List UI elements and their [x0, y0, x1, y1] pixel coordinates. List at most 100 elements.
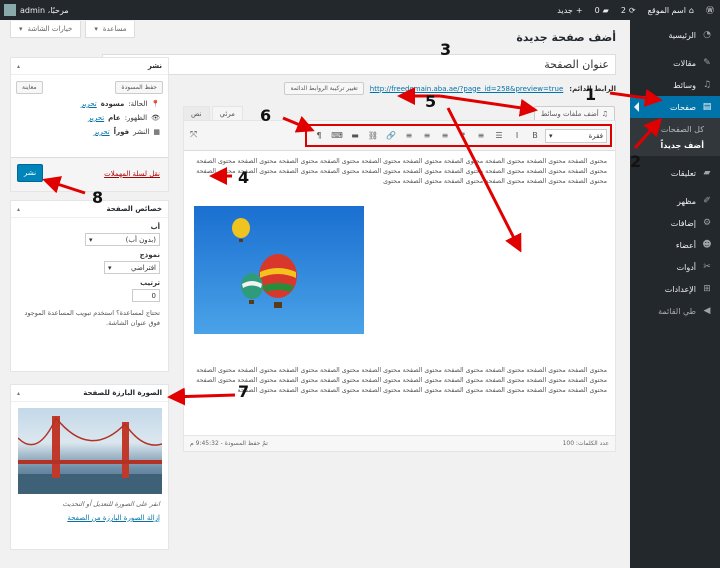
permalink-url[interactable]: http://freedomain.aba.ae/?page_id=258&pr… — [370, 85, 563, 93]
account-menu[interactable]: مرحبًا، admin — [4, 0, 69, 20]
bridge-graphic — [17, 416, 162, 494]
edit-schedule-link[interactable]: تحرير — [94, 128, 110, 136]
sidebar-item-comments[interactable]: ▰ تعليقات — [630, 162, 720, 184]
sidebar-item-collapse[interactable]: ◀ طي القائمة — [630, 300, 720, 322]
admin-sidebar: ◔ الرئيسية ✎ مقالات ♫ وسائط ▤ صفحات كل الصفحات أض… — [630, 20, 720, 568]
sidebar-item-label: الإعدادات — [664, 284, 696, 294]
numbered-list-icon[interactable]: ≡ — [473, 129, 489, 143]
help-tab[interactable]: مساعدة ▾ — [85, 21, 136, 38]
sidebar-item-label: تعليقات — [670, 168, 696, 178]
comments-link[interactable]: ▰ 0 — [589, 0, 615, 20]
site-name-link[interactable]: ⌂ اسم الموقع — [642, 0, 700, 20]
collapse-icon: ◀ — [703, 306, 711, 316]
sidebar-item-settings[interactable]: ⊞ الإعدادات — [630, 278, 720, 300]
paragraph-mark-icon[interactable]: ¶ — [311, 129, 327, 143]
balloons-graphic — [232, 218, 297, 308]
toolbar-buttons: فقرة ▾ B I ☰ ≡ ❝ ≡ ≡ ≡ 🔗 ⛓ ▬ ⌨ ¶ — [305, 124, 612, 147]
preview-button[interactable]: معاينة — [16, 81, 43, 94]
italic-icon[interactable]: I — [509, 129, 525, 143]
chevron-down-icon: ▾ — [19, 25, 23, 33]
new-content-link[interactable]: + جديد — [551, 0, 588, 20]
plus-icon: + — [575, 5, 583, 15]
sidebar-item-appearance[interactable]: ✐ مظهر — [630, 190, 720, 212]
submenu-all-pages[interactable]: كل الصفحات — [630, 121, 720, 137]
balloons-image[interactable] — [194, 206, 364, 334]
sidebar-item-pages[interactable]: ▤ صفحات — [630, 96, 720, 118]
page-attributes-box: خصائص الصفحة ▴ أب (بدون أب) ▾ نموذج افتراض… — [10, 200, 169, 372]
change-permalinks-button[interactable]: تغيير تركيبة الروابط الدائمة — [284, 82, 364, 95]
annotation-number: 1 — [585, 85, 597, 104]
attributes-box-header[interactable]: خصائص الصفحة ▴ — [11, 201, 168, 218]
sidebar-item-label: أدوات — [676, 262, 696, 272]
annotation-number: 3 — [440, 40, 452, 59]
submenu-add-new[interactable]: أضف جديداً — [630, 137, 720, 153]
remove-featured-link[interactable]: إزالة الصورة البارزة من الصفحة — [11, 510, 168, 526]
edit-status-link[interactable]: تحرير — [81, 100, 97, 108]
sidebar-item-label: الرئيسية — [668, 30, 696, 40]
calendar-icon: ▦ — [153, 128, 160, 136]
featured-image[interactable] — [17, 408, 162, 494]
read-more-icon[interactable]: ▬ — [347, 129, 363, 143]
dashboard-icon: ◔ — [703, 30, 711, 40]
align-right-icon[interactable]: ≡ — [401, 129, 417, 143]
featured-box-header[interactable]: الصورة البارزة للصفحة ▴ — [11, 385, 168, 402]
template-label: نموذج — [139, 251, 160, 259]
comment-icon: ▰ — [602, 5, 609, 15]
pages-submenu: كل الصفحات أضف جديداً — [630, 118, 720, 156]
appearance-icon: ✐ — [703, 196, 711, 206]
order-label: ترتيب — [140, 279, 160, 287]
unlink-icon[interactable]: ⛓ — [365, 129, 381, 143]
order-input[interactable]: 0 — [132, 289, 160, 302]
updates-link[interactable]: ⟳ 2 — [615, 0, 642, 20]
sidebar-item-pin[interactable]: ✎ مقالات — [630, 52, 720, 74]
annotation-number: 7 — [238, 382, 250, 401]
editor-status-bar: عدد الكلمات: 100 تمّ حفظ المسودة - 9:45:… — [184, 435, 615, 451]
parent-select[interactable]: (بدون أب) ▾ — [85, 233, 160, 246]
sidebar-item-users[interactable]: ☻ أعضاء — [630, 234, 720, 256]
annotation-number: 8 — [92, 188, 104, 207]
sidebar-item-plugins[interactable]: ⚙ إضافات — [630, 212, 720, 234]
screen-meta-links: مساعدة ▾ خيارات الشاشة ▾ — [10, 21, 136, 38]
content-paragraph: محتوى الصفحة محتوى الصفحة محتوى الصفحة م… — [196, 158, 607, 185]
admin-bar: Ⓦ ⌂ اسم الموقع ⟳ 2 ▰ 0 + جديد مرحبًا، admin — [0, 0, 720, 20]
wordpress-logo-icon[interactable]: Ⓦ — [700, 0, 720, 20]
sidebar-item-media[interactable]: ♫ وسائط — [630, 74, 720, 96]
eye-icon: 👁 — [151, 114, 160, 122]
format-select[interactable]: فقرة ▾ — [545, 128, 607, 143]
chevron-down-icon: ▾ — [549, 131, 553, 140]
caret-up-icon[interactable]: ▴ — [17, 63, 20, 70]
annotation-number: 5 — [425, 92, 437, 111]
fullscreen-icon[interactable]: ⤧ — [190, 130, 197, 140]
sidebar-item-label: مقالات — [673, 58, 696, 68]
toolbar-toggle-icon[interactable]: ⌨ — [329, 129, 345, 143]
sidebar-item-dashboard[interactable]: ◔ الرئيسية — [630, 24, 720, 46]
align-center-icon[interactable]: ≡ — [419, 129, 435, 143]
save-draft-button[interactable]: حفظ المسودة — [115, 81, 163, 94]
featured-image-box: الصورة البارزة للصفحة ▴ انقر على الصورة ل… — [10, 384, 169, 550]
page-title: أضف صفحة جديدة — [516, 31, 616, 44]
word-count: عدد الكلمات: 100 — [562, 440, 609, 447]
chevron-down-icon: ▾ — [94, 25, 98, 33]
editor-toolbar: فقرة ▾ B I ☰ ≡ ❝ ≡ ≡ ≡ 🔗 ⛓ ▬ ⌨ ¶ ⤧ — [184, 121, 615, 151]
align-left-icon[interactable]: ≡ — [437, 129, 453, 143]
title-input[interactable]: عنوان الصفحة — [102, 54, 616, 75]
template-select[interactable]: افتراضي ▾ — [104, 261, 160, 274]
edit-visibility-link[interactable]: تحرير — [88, 114, 104, 122]
content-paragraph: محتوى الصفحة محتوى الصفحة محتوى الصفحة م… — [196, 367, 607, 394]
publish-box-header[interactable]: نشر ▴ — [11, 58, 168, 75]
screen-options-tab[interactable]: خيارات الشاشة ▾ — [10, 21, 82, 38]
caret-up-icon[interactable]: ▴ — [17, 206, 20, 213]
bullet-list-icon[interactable]: ☰ — [491, 129, 507, 143]
blockquote-icon[interactable]: ❝ — [455, 129, 471, 143]
bold-icon[interactable]: B — [527, 129, 543, 143]
trash-link[interactable]: نقل لسلة المهملات — [104, 170, 160, 178]
sidebar-item-tools[interactable]: ✂ أدوات — [630, 256, 720, 278]
visibility-row: 👁 الظهور: عام تحرير — [88, 114, 160, 122]
publish-button[interactable]: نشر — [17, 164, 44, 182]
caret-up-icon[interactable]: ▴ — [17, 390, 20, 397]
link-icon[interactable]: 🔗 — [383, 129, 399, 143]
sidebar-item-label: أعضاء — [675, 240, 696, 250]
pin-icon: 📍 — [151, 100, 160, 108]
sidebar-item-label: مظهر — [677, 196, 696, 206]
updates-icon: ⟳ — [628, 5, 636, 15]
